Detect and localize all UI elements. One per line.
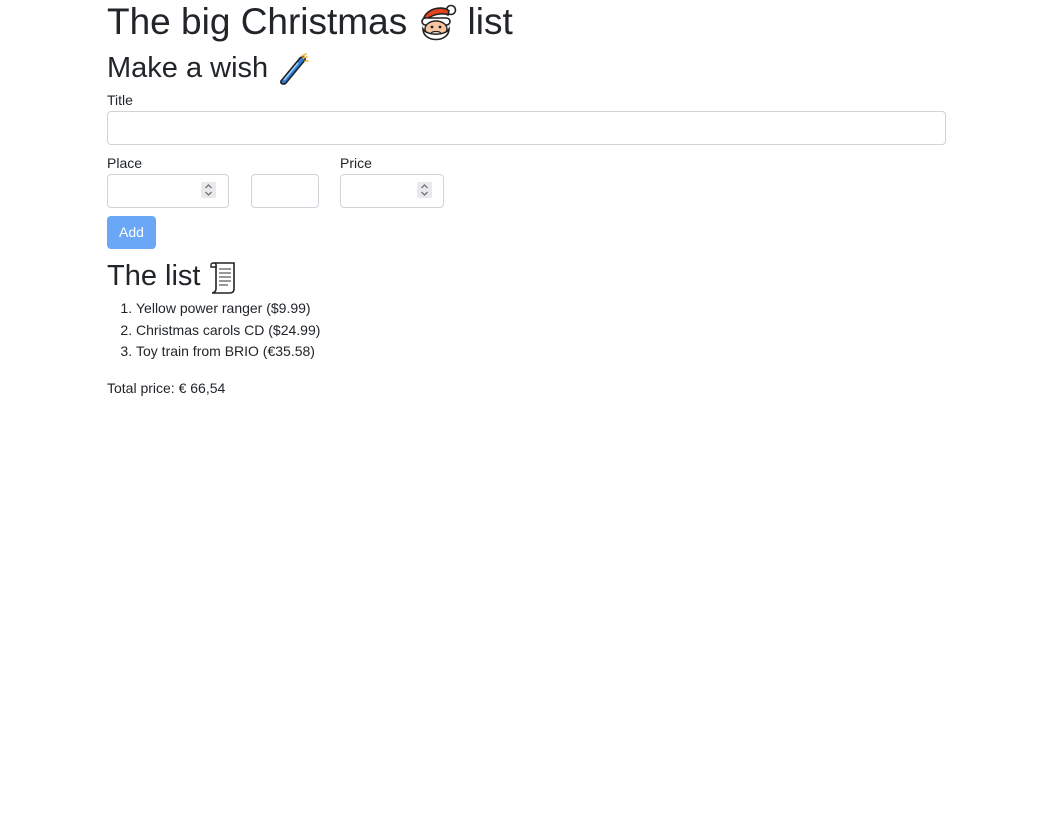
quantity-input[interactable] [251, 174, 319, 208]
total-price: Total price: € 66,54 [107, 380, 226, 396]
scroll-icon [208, 260, 240, 295]
stepper-arrows-icon [205, 184, 212, 196]
title-input[interactable] [107, 111, 946, 145]
the-list-heading: The list [107, 258, 240, 295]
wish-list: Yellow power ranger ($9.99) Christmas ca… [107, 298, 320, 363]
list-item: Toy train from BRIO (€35.58) [136, 341, 320, 363]
page-title-text-start: The big Christmas [107, 1, 408, 42]
page-title: The big Christmas list [107, 0, 513, 45]
price-stepper[interactable] [417, 182, 432, 198]
list-item: Yellow power ranger ($9.99) [136, 298, 320, 320]
shooting-star-icon [276, 52, 310, 86]
title-label: Title [107, 92, 133, 108]
add-button[interactable]: Add [107, 216, 156, 249]
page-title-text-end: list [467, 1, 513, 42]
the-list-text: The list [107, 260, 201, 292]
price-label: Price [340, 155, 372, 171]
list-item: Christmas carols CD ($24.99) [136, 320, 320, 342]
stepper-arrows-icon [421, 184, 428, 196]
make-a-wish-text: Make a wish [107, 52, 269, 84]
make-a-wish-heading: Make a wish [107, 50, 310, 86]
place-label: Place [107, 155, 143, 171]
place-stepper[interactable] [201, 182, 216, 198]
santa-icon [415, 3, 457, 45]
